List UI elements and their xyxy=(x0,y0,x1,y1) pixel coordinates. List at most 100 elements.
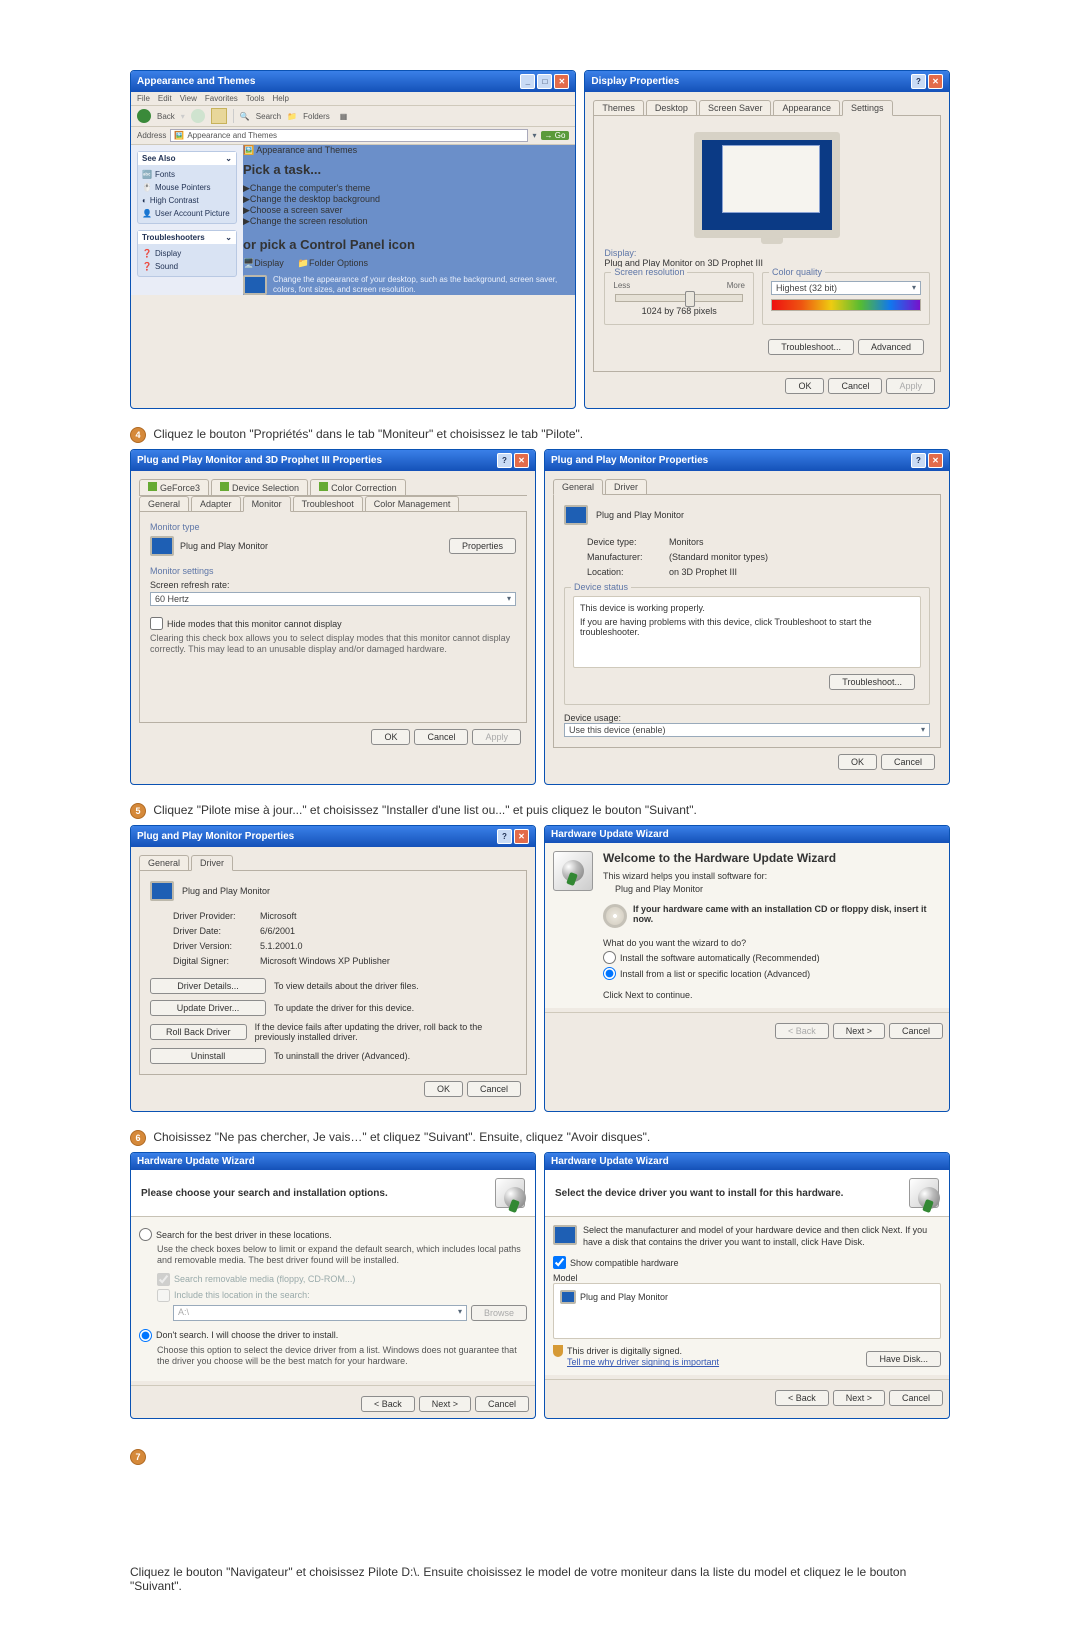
tab-themes[interactable]: Themes xyxy=(593,100,644,115)
views-icon[interactable]: ▦ xyxy=(340,112,348,121)
task-resolution[interactable]: ▶Change the screen resolution xyxy=(243,216,575,227)
help-button[interactable]: ? xyxy=(911,74,926,89)
cancel-button[interactable]: Cancel xyxy=(414,729,468,745)
location-path-select[interactable]: A:\▾ xyxy=(173,1305,467,1321)
close-button[interactable]: ✕ xyxy=(928,74,943,89)
sidebar-item-display[interactable]: ❓Display xyxy=(142,247,232,260)
up-icon[interactable] xyxy=(211,108,227,124)
radio-advanced[interactable]: Install from a list or specific location… xyxy=(603,967,941,980)
refresh-rate-select[interactable]: 60 Hertz▾ xyxy=(150,592,516,606)
ok-button[interactable]: OK xyxy=(838,754,877,770)
collapse-icon[interactable]: ⌄ xyxy=(225,154,232,163)
collapse-icon[interactable]: ⌄ xyxy=(225,233,232,242)
task-change-theme[interactable]: ▶Change the computer's theme xyxy=(243,183,575,194)
uninstall-button[interactable]: Uninstall xyxy=(150,1048,266,1064)
tab-geforce3[interactable]: GeForce3 xyxy=(139,479,209,495)
model-list-item[interactable]: Plug and Play Monitor xyxy=(560,1290,934,1304)
help-button[interactable]: ? xyxy=(497,453,512,468)
see-also-header[interactable]: See Also⌄ xyxy=(138,152,236,165)
close-button[interactable]: ✕ xyxy=(928,453,943,468)
cancel-button[interactable]: Cancel xyxy=(889,1390,943,1406)
tab-general[interactable]: General xyxy=(139,496,189,511)
minimize-button[interactable]: _ xyxy=(520,74,535,89)
back-button[interactable]: Back xyxy=(157,112,175,121)
back-button[interactable]: < Back xyxy=(361,1396,415,1412)
search-icon[interactable]: 🔍 xyxy=(240,112,250,121)
sidebar-item-fonts[interactable]: 🔤Fonts xyxy=(142,168,232,181)
close-button[interactable]: ✕ xyxy=(554,74,569,89)
cancel-button[interactable]: Cancel xyxy=(467,1081,521,1097)
browse-button[interactable]: Browse xyxy=(471,1305,527,1321)
apply-button[interactable]: Apply xyxy=(886,378,935,394)
apply-button[interactable]: Apply xyxy=(472,729,521,745)
radio-search-best[interactable]: Search for the best driver in these loca… xyxy=(139,1228,527,1241)
hide-modes-checkbox[interactable]: Hide modes that this monitor cannot disp… xyxy=(150,617,516,630)
menu-file[interactable]: File xyxy=(137,94,150,103)
sidebar-item-account-pic[interactable]: 👤User Account Picture xyxy=(142,207,232,220)
signing-link[interactable]: Tell me why driver signing is important xyxy=(567,1357,719,1367)
cancel-button[interactable]: Cancel xyxy=(881,754,935,770)
model-list[interactable]: Plug and Play Monitor xyxy=(553,1283,941,1339)
next-button[interactable]: Next > xyxy=(833,1390,885,1406)
help-button[interactable]: ? xyxy=(911,453,926,468)
sidebar-item-mouse[interactable]: 🖱️Mouse Pointers xyxy=(142,181,232,194)
next-button[interactable]: Next > xyxy=(419,1396,471,1412)
cancel-button[interactable]: Cancel xyxy=(828,378,882,394)
folders-icon[interactable]: 📁 xyxy=(287,112,297,121)
menu-view[interactable]: View xyxy=(180,94,197,103)
ok-button[interactable]: OK xyxy=(371,729,410,745)
tab-general[interactable]: General xyxy=(553,479,603,495)
color-quality-select[interactable]: Highest (32 bit)▾ xyxy=(771,281,921,295)
tab-appearance[interactable]: Appearance xyxy=(773,100,840,115)
cancel-button[interactable]: Cancel xyxy=(889,1023,943,1039)
cp-display[interactable]: 🖥️Display xyxy=(243,258,284,269)
folders-button[interactable]: Folders xyxy=(303,112,330,121)
close-button[interactable]: ✕ xyxy=(514,453,529,468)
menu-edit[interactable]: Edit xyxy=(158,94,172,103)
radio-auto[interactable]: Install the software automatically (Reco… xyxy=(603,951,941,964)
task-screen-saver[interactable]: ▶Choose a screen saver xyxy=(243,205,575,216)
tab-screensaver[interactable]: Screen Saver xyxy=(699,100,772,115)
ok-button[interactable]: OK xyxy=(785,378,824,394)
back-button[interactable]: < Back xyxy=(775,1023,829,1039)
close-button[interactable]: ✕ xyxy=(514,829,529,844)
tab-general[interactable]: General xyxy=(139,855,189,870)
driver-details-button[interactable]: Driver Details... xyxy=(150,978,266,994)
chk-removable-media[interactable]: Search removable media (floppy, CD-ROM..… xyxy=(157,1273,527,1286)
resolution-slider[interactable] xyxy=(615,294,743,302)
troubleshooters-header[interactable]: Troubleshooters⌄ xyxy=(138,231,236,244)
troubleshoot-button[interactable]: Troubleshoot... xyxy=(829,674,915,690)
sidebar-item-contrast[interactable]: ◐High Contrast xyxy=(142,194,232,207)
menu-tools[interactable]: Tools xyxy=(246,94,265,103)
sidebar-item-sound[interactable]: ❓Sound xyxy=(142,260,232,273)
update-driver-button[interactable]: Update Driver... xyxy=(150,1000,266,1016)
properties-button[interactable]: Properties xyxy=(449,538,516,554)
help-button[interactable]: ? xyxy=(497,829,512,844)
tab-adapter[interactable]: Adapter xyxy=(191,496,241,511)
cp-folder-options[interactable]: 📁Folder Options xyxy=(298,258,368,269)
back-icon[interactable] xyxy=(137,109,151,123)
next-button[interactable]: Next > xyxy=(833,1023,885,1039)
task-change-background[interactable]: ▶Change the desktop background xyxy=(243,194,575,205)
tab-driver[interactable]: Driver xyxy=(191,855,233,871)
menu-favorites[interactable]: Favorites xyxy=(205,94,238,103)
forward-icon[interactable] xyxy=(191,109,205,123)
maximize-button[interactable]: □ xyxy=(537,74,552,89)
tab-troubleshoot[interactable]: Troubleshoot xyxy=(293,496,363,511)
tab-color-correction[interactable]: Color Correction xyxy=(310,479,406,495)
tab-color-management[interactable]: Color Management xyxy=(365,496,460,511)
tab-driver[interactable]: Driver xyxy=(605,479,647,494)
tab-device-selection[interactable]: Device Selection xyxy=(211,479,308,495)
roll-back-driver-button[interactable]: Roll Back Driver xyxy=(150,1024,247,1040)
radio-dont-search[interactable]: Don't search. I will choose the driver t… xyxy=(139,1329,527,1342)
go-button[interactable]: → Go xyxy=(541,131,570,140)
search-button[interactable]: Search xyxy=(256,112,281,121)
menu-help[interactable]: Help xyxy=(272,94,288,103)
have-disk-button[interactable]: Have Disk... xyxy=(866,1351,941,1367)
troubleshoot-button[interactable]: Troubleshoot... xyxy=(768,339,854,355)
ok-button[interactable]: OK xyxy=(424,1081,463,1097)
chk-include-location[interactable]: Include this location in the search: xyxy=(157,1289,527,1302)
tab-settings[interactable]: Settings xyxy=(842,100,893,116)
back-button[interactable]: < Back xyxy=(775,1390,829,1406)
device-usage-select[interactable]: Use this device (enable)▾ xyxy=(564,723,930,737)
